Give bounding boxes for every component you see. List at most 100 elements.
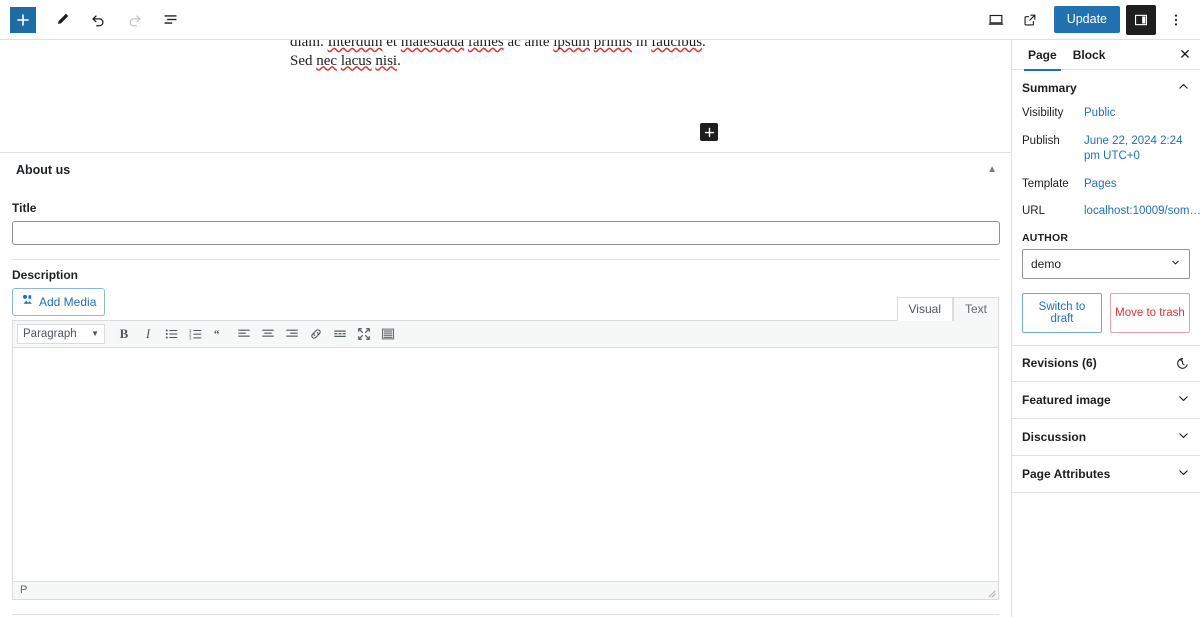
more-options-vertical-dots-icon[interactable] xyxy=(1160,4,1192,36)
fullscreen-button[interactable] xyxy=(353,324,375,344)
editor-body: diam. Interdum et malesuada fames ac ant… xyxy=(0,40,1200,617)
panel-summary-header[interactable]: Summary xyxy=(1012,70,1200,106)
metabox-collapse-caret-up-icon[interactable]: ▲ xyxy=(987,165,997,175)
align-left-button[interactable] xyxy=(233,324,255,344)
chevron-down-icon xyxy=(1177,466,1190,482)
text-fragment: in xyxy=(632,40,652,50)
panel-revisions-label: Revisions (6) xyxy=(1022,356,1097,371)
template-value-button[interactable]: Pages xyxy=(1084,177,1190,193)
editor-mode-tabs: Visual Text xyxy=(896,296,999,321)
text-fragment: . xyxy=(397,52,401,69)
tab-text[interactable]: Text xyxy=(952,296,999,321)
read-more-button[interactable] xyxy=(329,324,351,344)
chevron-up-icon xyxy=(1177,80,1190,96)
italic-button[interactable]: I xyxy=(137,324,159,344)
numbered-list-button[interactable]: 1 2 3 xyxy=(185,324,207,344)
panel-discussion: Discussion xyxy=(1012,419,1200,456)
panel-featured-image-header[interactable]: Featured image xyxy=(1012,382,1200,418)
panel-revisions: Revisions (6) xyxy=(1012,346,1200,382)
editor-resize-handle[interactable] xyxy=(986,588,996,598)
panel-summary-title: Summary xyxy=(1022,81,1077,95)
misspelled-word: fames xyxy=(467,40,504,50)
settings-sidebar-toggle-button[interactable] xyxy=(1126,4,1156,35)
row-key: Template xyxy=(1022,177,1069,190)
description-field-label: Description xyxy=(12,268,79,282)
editor-content-area[interactable] xyxy=(12,347,999,582)
tab-visual[interactable]: Visual xyxy=(896,296,953,321)
author-label: AUTHOR xyxy=(1022,231,1069,244)
content-paragraph[interactable]: diam. Interdum et malesuada fames ac ant… xyxy=(290,40,715,70)
panel-page-attributes-label: Page Attributes xyxy=(1022,466,1111,481)
panel-discussion-label: Discussion xyxy=(1022,429,1087,444)
panel-summary-body: Visibility Public Publish June 22, 2024 … xyxy=(1012,106,1200,345)
summary-row-visibility: Visibility Public xyxy=(1022,106,1190,122)
author-select[interactable]: demo xyxy=(1022,248,1190,279)
settings-sidebar: Page Block ✕ Summary Visibility Public P… xyxy=(1012,40,1200,617)
panel-page-attributes-header[interactable]: Page Attributes xyxy=(1012,456,1200,492)
tab-page[interactable]: Page xyxy=(1020,40,1065,71)
row-key: Publish xyxy=(1022,134,1060,147)
panel-summary: Summary Visibility Public Publish June 2… xyxy=(1012,70,1200,346)
metabox-body: Title Description Add Media Visual Text … xyxy=(0,187,1011,617)
title-field-label: Title xyxy=(12,201,37,215)
title-input[interactable] xyxy=(12,221,1000,245)
undo-button[interactable] xyxy=(82,4,114,36)
misspelled-word: nec xyxy=(316,52,338,69)
add-media-label: Add Media xyxy=(39,294,97,309)
switch-to-draft-button[interactable]: Switch to draft xyxy=(1022,292,1102,333)
element-path: P xyxy=(20,584,28,597)
row-key: Visibility xyxy=(1022,107,1064,119)
document-overview-button[interactable] xyxy=(154,4,186,36)
bold-button[interactable]: B xyxy=(113,324,135,344)
panel-discussion-header[interactable]: Discussion xyxy=(1012,419,1200,455)
chevron-down-icon xyxy=(1177,392,1190,408)
publish-date-button[interactable]: June 22, 2024 2:24 pm UTC+0 xyxy=(1084,134,1190,165)
field-divider-2 xyxy=(12,613,999,615)
redo-button[interactable] xyxy=(118,4,150,36)
blockquote-button[interactable]: “ xyxy=(209,324,231,344)
misspelled-word: nisi xyxy=(375,52,398,69)
bulleted-list-button[interactable] xyxy=(161,324,183,344)
history-clock-icon xyxy=(1175,356,1190,371)
top-bar-right-tools: Update xyxy=(980,4,1192,36)
metabox-about-us: About us ▲ Title Description Add Media V… xyxy=(0,153,1011,617)
metabox-area: About us ▲ Title Description Add Media V… xyxy=(0,152,1011,617)
panel-featured-image: Featured image xyxy=(1012,382,1200,419)
metabox-title: About us xyxy=(16,163,71,177)
close-sidebar-icon[interactable]: ✕ xyxy=(1170,40,1200,70)
edit-tool-button[interactable] xyxy=(46,4,78,36)
view-site-external-link-icon[interactable] xyxy=(1014,4,1046,36)
update-button[interactable]: Update xyxy=(1053,6,1120,33)
move-to-trash-button[interactable]: Move to trash xyxy=(1110,292,1190,333)
panel-revisions-header[interactable]: Revisions (6) xyxy=(1012,346,1200,381)
misspelled-word: faucibus xyxy=(651,40,703,50)
field-divider xyxy=(12,259,999,260)
author-value: demo xyxy=(1031,256,1062,271)
editor-status-bar: P xyxy=(12,581,999,600)
add-media-button[interactable]: Add Media xyxy=(12,288,106,316)
sidebar-tabs: Page Block ✕ xyxy=(1012,40,1200,71)
block-appender-button[interactable] xyxy=(700,123,718,141)
paragraph-format-select[interactable]: Paragraph ▼ xyxy=(17,323,105,344)
metabox-header[interactable]: About us ▲ xyxy=(0,153,1011,187)
misspelled-word: ipsum xyxy=(553,40,590,50)
misspelled-word: lacus xyxy=(340,52,372,69)
align-center-button[interactable] xyxy=(257,324,279,344)
visibility-value-button[interactable]: Public xyxy=(1084,106,1190,122)
preview-desktop-icon[interactable] xyxy=(980,4,1012,36)
misspelled-word: malesuada xyxy=(400,40,465,50)
editor-formatting-toolbar: Paragraph ▼ B I 1 2 3 “ xyxy=(12,319,999,348)
url-value-button[interactable]: localhost:10009/som… xyxy=(1084,204,1200,220)
svg-text:3: 3 xyxy=(189,335,192,340)
block-inserter-button[interactable] xyxy=(10,6,36,33)
post-content-area[interactable]: diam. Interdum et malesuada fames ac ant… xyxy=(0,40,1011,152)
tab-block[interactable]: Block xyxy=(1065,40,1114,70)
svg-text:“: “ xyxy=(214,328,220,340)
misspelled-word: primis xyxy=(593,40,633,50)
editor-top-bar: Update xyxy=(0,0,1200,40)
toolbar-toggle-button[interactable] xyxy=(377,324,399,344)
text-fragment: et xyxy=(382,40,401,50)
panel-page-attributes: Page Attributes xyxy=(1012,456,1200,493)
insert-link-button[interactable] xyxy=(305,324,327,344)
align-right-button[interactable] xyxy=(281,324,303,344)
